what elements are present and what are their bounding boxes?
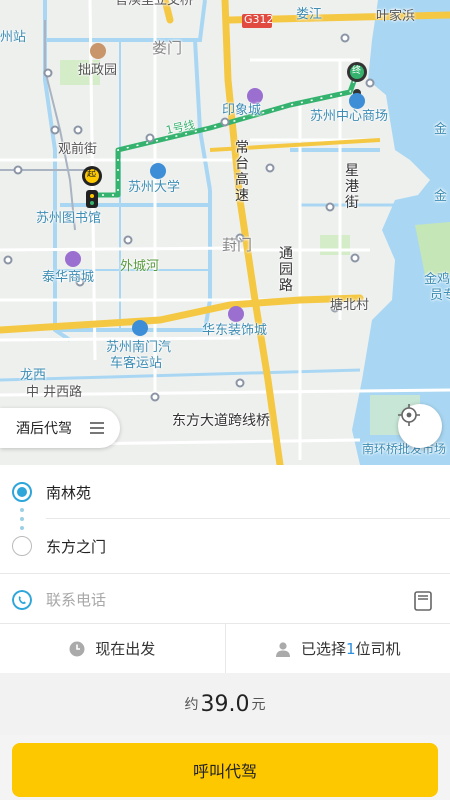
end-marker: 终 [352,66,362,76]
map-label: 娄门 [152,39,183,57]
destination-field[interactable]: 东方之门 [0,519,450,573]
start-marker: 起 [87,169,97,179]
map-label: 苏州中心商场 [310,109,389,124]
map-label: 龙西 [20,368,47,383]
map-label: 金鸡 [424,272,450,287]
map-view[interactable]: 官渎里立交桥 州站 拙政园 娄门 娄江 叶家浜 G312 观前街 印象城 苏州中… [0,0,450,465]
clock-icon [69,641,85,656]
phone-field[interactable]: 联系电话 [0,573,450,625]
map-label: 中 井西路 [26,385,83,400]
depart-time-selector[interactable]: 现在出发 [0,624,225,673]
options-bar: 现在出发 已选择 1 位司机 [0,623,450,673]
service-type-label: 酒后代驾 [16,421,72,437]
price-unit: 元 [251,697,266,713]
call-driver-button[interactable]: 呼叫代驾 [12,743,438,797]
map-label: 金 [434,189,448,204]
depart-time-label: 现在出发 [95,640,156,658]
trip-form: 南林苑 东方之门 联系电话 [0,465,450,625]
map-label: 员专 [430,288,450,303]
price-prefix: 约 [184,697,199,713]
destination-value: 东方之门 [46,537,107,556]
map-label: 拙政园 [78,63,118,78]
map-label: 塘北村 [330,298,370,313]
person-icon [275,641,290,657]
locate-button[interactable] [398,404,442,448]
map-label: 华东装饰城 [202,323,268,338]
service-type-button[interactable]: 酒后代驾 [0,408,120,448]
map-label: 常台高速 [235,140,249,205]
map-label: 苏州南门汽 [106,340,172,355]
map-label: 通园路 [279,246,293,295]
map-label: 泰华商城 [42,270,95,285]
origin-radio-icon [12,482,32,502]
map-label: 叶家浜 [376,9,416,24]
map-label: 观前街 [58,142,98,157]
list-icon [90,422,104,434]
origin-field[interactable]: 南林苑 [0,465,450,519]
origin-value: 南林苑 [46,483,92,502]
map-label: 娄江 [296,7,323,22]
driver-prefix: 已选择 [300,640,346,658]
map-label: 官渎里立交桥 [115,0,194,8]
map-label: 苏州大学 [128,180,181,195]
driver-suffix: 位司机 [355,640,401,658]
map-label: 印象城 [222,103,262,118]
crosshair-icon [398,404,420,426]
map-label: 星港街 [345,163,359,212]
destination-radio-icon [12,536,32,556]
map-label: 东方大道跨线桥 [172,413,270,429]
contacts-book-icon[interactable] [414,591,432,611]
phone-icon [12,590,32,610]
map-label: 葑门 [222,236,253,254]
call-driver-label: 呼叫代驾 [192,762,257,781]
map-label: 外城河 [120,259,160,274]
map-label: 金 [434,122,448,137]
phone-placeholder: 联系电话 [46,591,107,609]
driver-count: 1 [345,639,356,658]
price-estimate: 约 39.0 元 [0,673,450,735]
road-shield: G312 [244,13,274,26]
map-label: 州站 [0,30,27,45]
price-amount: 39.0 [200,691,250,717]
map-label: 南环桥批发市场 [362,442,447,456]
app-screen: 官渎里立交桥 州站 拙政园 娄门 娄江 叶家浜 G312 观前街 印象城 苏州中… [0,0,450,800]
driver-selector[interactable]: 已选择 1 位司机 [224,624,450,673]
map-label: 车客运站 [110,356,163,371]
map-label: 苏州图书馆 [36,211,102,226]
